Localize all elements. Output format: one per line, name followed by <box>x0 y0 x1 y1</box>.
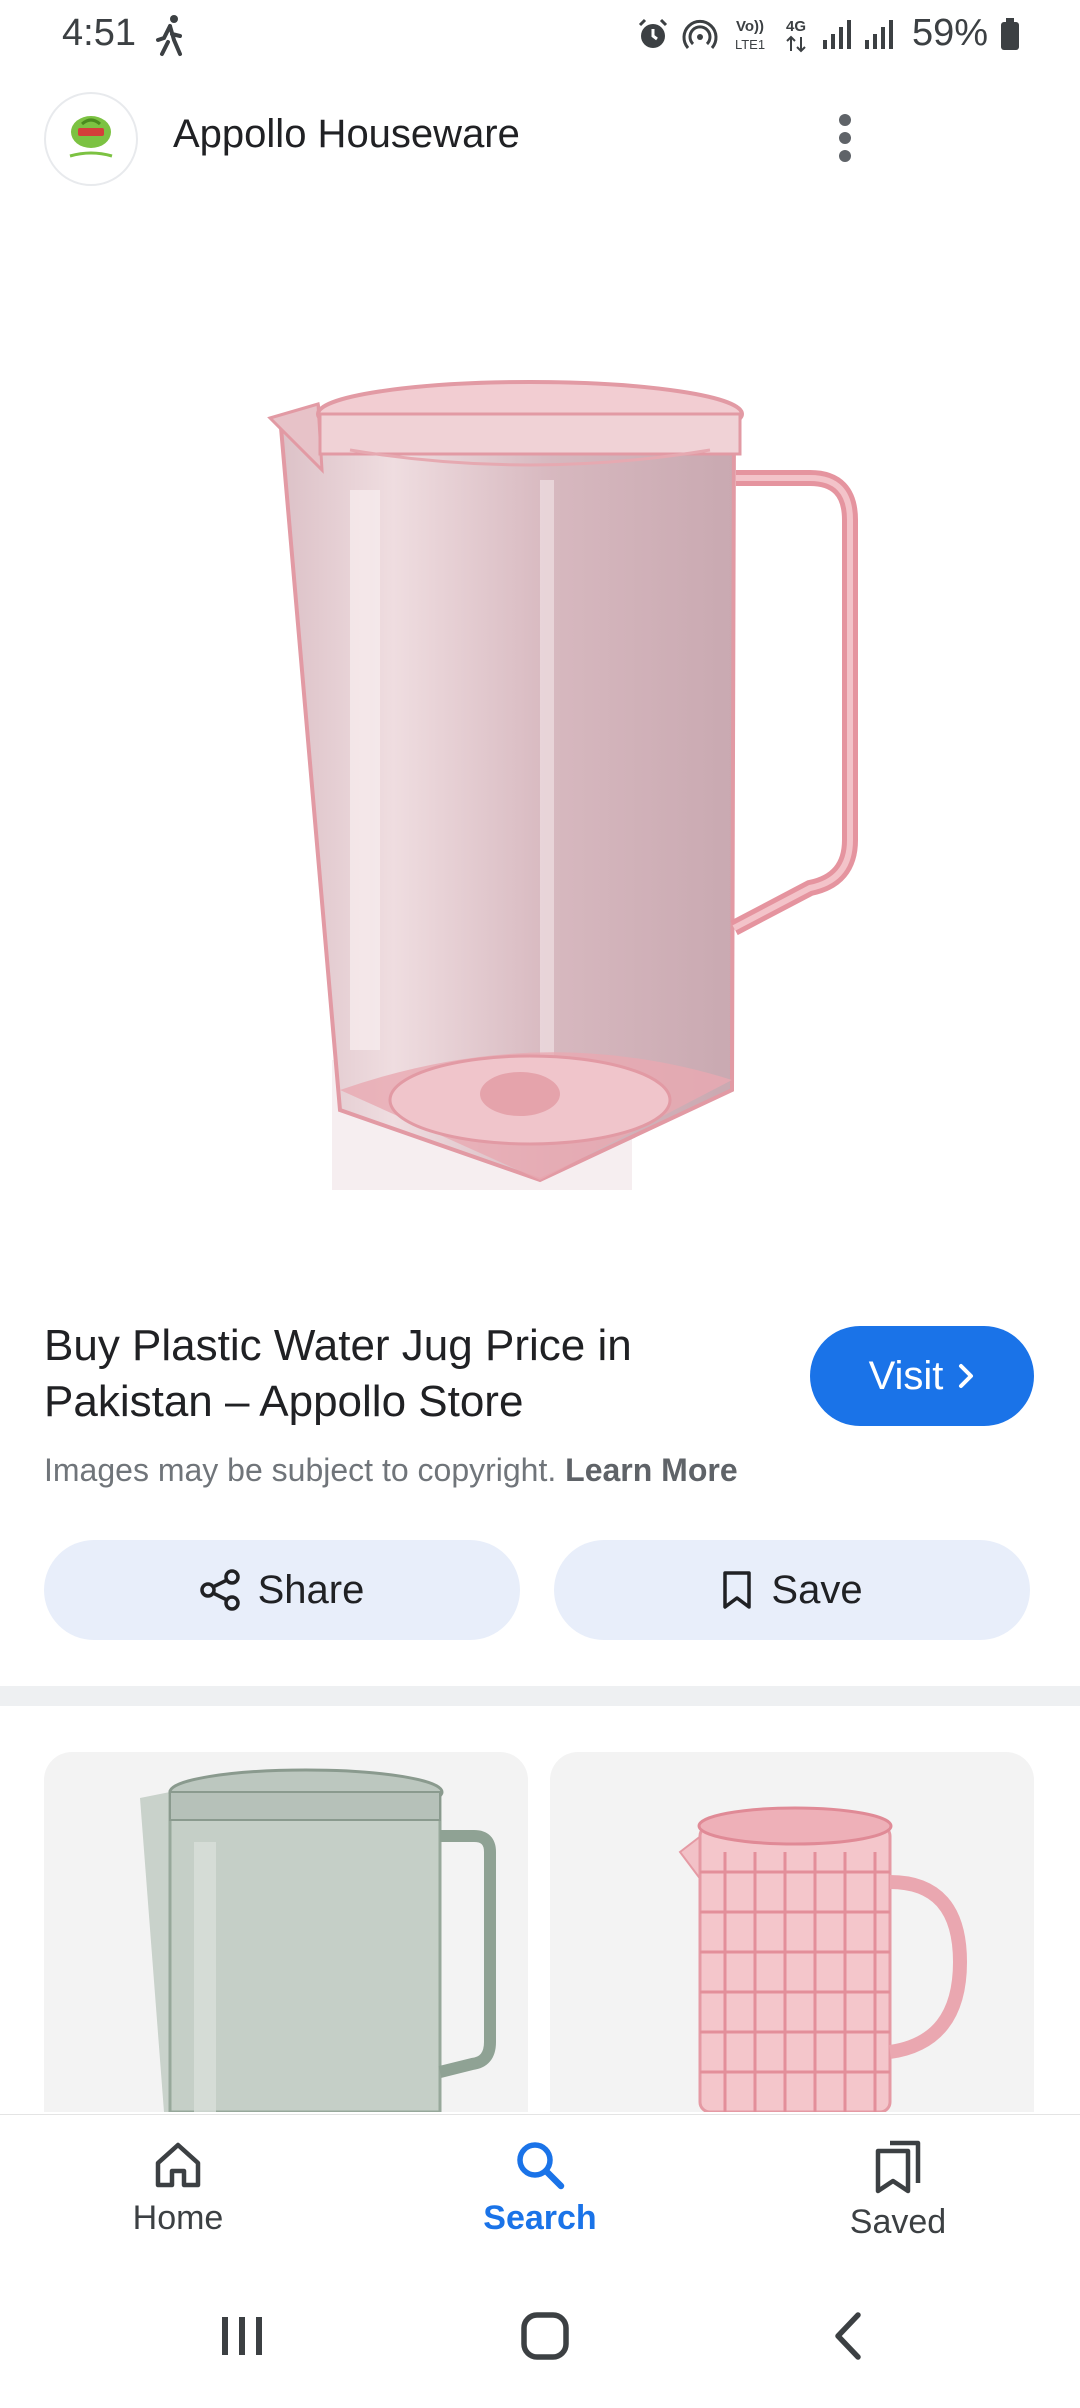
home-icon <box>155 2142 201 2188</box>
pink-textured-jug-image <box>678 1806 968 2112</box>
svg-text:4G: 4G <box>786 18 806 35</box>
recents-icon[interactable] <box>202 2304 282 2368</box>
signal-icon <box>822 19 851 49</box>
bottom-navigation: Home Search Saved <box>0 2114 1080 2264</box>
result-title[interactable]: Buy Plastic Water Jug Price in Pakistan … <box>44 1318 764 1430</box>
status-icons: Vo)) LTE1 4G 59% <box>636 12 1020 55</box>
section-divider <box>0 1686 1080 1706</box>
signal-icon <box>864 19 893 49</box>
copyright-notice: Images may be subject to copyright. Lear… <box>44 1452 738 1489</box>
visit-button[interactable]: Visit <box>810 1326 1034 1426</box>
nav-search-label: Search <box>483 2199 597 2237</box>
battery-icon <box>1001 17 1019 50</box>
walking-icon <box>156 15 182 56</box>
system-navigation <box>0 2264 1080 2408</box>
related-card[interactable] <box>44 1752 528 2112</box>
green-jug-image <box>140 1768 496 2112</box>
nav-home-label: Home <box>132 2199 224 2237</box>
back-icon[interactable] <box>808 2304 888 2368</box>
svg-text:LTE1: LTE1 <box>735 37 765 52</box>
related-card[interactable] <box>550 1752 1034 2112</box>
nav-search[interactable]: Search <box>440 2139 640 2259</box>
status-time: 4:51 <box>62 12 136 54</box>
bookmark-icon <box>723 1571 752 1609</box>
product-image[interactable] <box>0 200 1080 1250</box>
4g-icon: 4G <box>786 18 806 52</box>
visit-label: Visit <box>868 1353 944 1398</box>
share-icon <box>199 1569 240 1611</box>
copyright-text: Images may be subject to copyright. <box>44 1452 557 1488</box>
site-name[interactable]: Appollo Houseware <box>173 112 520 157</box>
alarm-icon <box>638 18 667 48</box>
search-icon <box>517 2142 565 2190</box>
status-bar: 4:51 Vo)) LTE1 4G 59% <box>0 0 1080 72</box>
more-vert-icon[interactable] <box>820 102 870 174</box>
nav-saved[interactable]: Saved <box>798 2139 998 2259</box>
pink-jug-image <box>267 380 858 1190</box>
nav-home[interactable]: Home <box>78 2139 278 2259</box>
svg-text:Vo)): Vo)) <box>736 18 764 35</box>
battery-percent: 59% <box>911 12 988 54</box>
saved-icon <box>875 2140 921 2194</box>
hotspot-icon <box>682 19 718 49</box>
chevron-right-icon <box>959 1364 974 1388</box>
volte-icon: Vo)) LTE1 <box>735 18 765 52</box>
home-button-icon[interactable] <box>505 2304 585 2368</box>
share-button[interactable]: Share <box>44 1540 520 1640</box>
site-header: Appollo Houseware <box>0 88 1080 188</box>
learn-more-link[interactable]: Learn More <box>565 1452 737 1488</box>
save-button[interactable]: Save <box>554 1540 1030 1640</box>
save-label: Save <box>771 1567 863 1612</box>
share-label: Share <box>257 1567 365 1612</box>
appollo-logo-icon[interactable] <box>44 92 138 186</box>
nav-saved-label: Saved <box>849 2203 947 2241</box>
